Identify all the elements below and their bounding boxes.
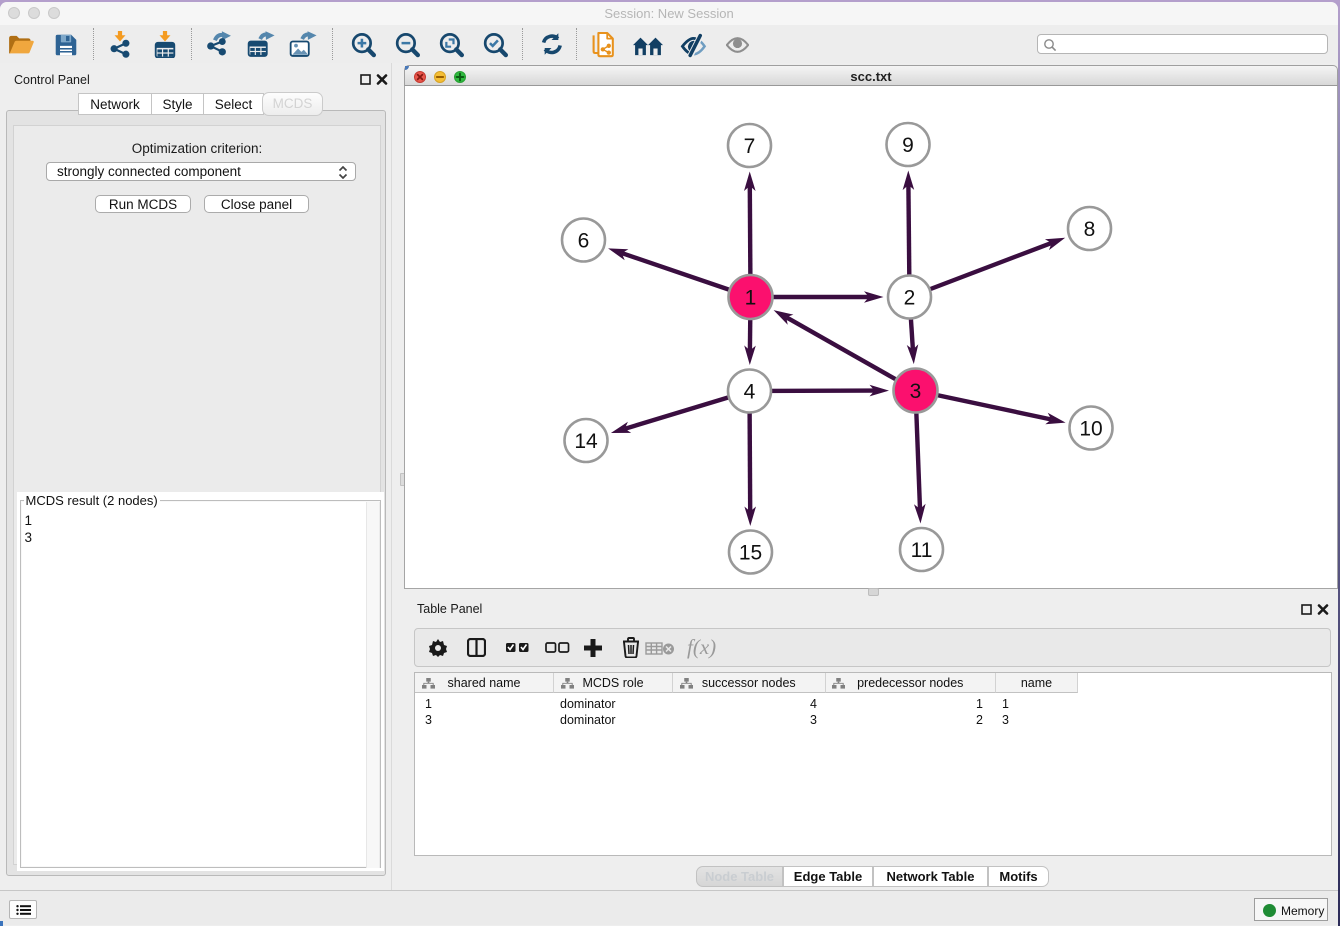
svg-text:15: 15 [739,542,762,565]
svg-text:7: 7 [744,135,756,158]
svg-text:6: 6 [578,230,590,253]
svg-text:2: 2 [904,287,916,310]
svg-text:4: 4 [744,381,756,404]
svg-text:11: 11 [911,539,933,562]
svg-text:3: 3 [910,380,922,403]
svg-text:14: 14 [574,430,598,453]
svg-text:1: 1 [745,287,757,310]
svg-text:10: 10 [1079,418,1102,441]
svg-text:8: 8 [1084,218,1096,241]
svg-text:9: 9 [902,134,914,157]
